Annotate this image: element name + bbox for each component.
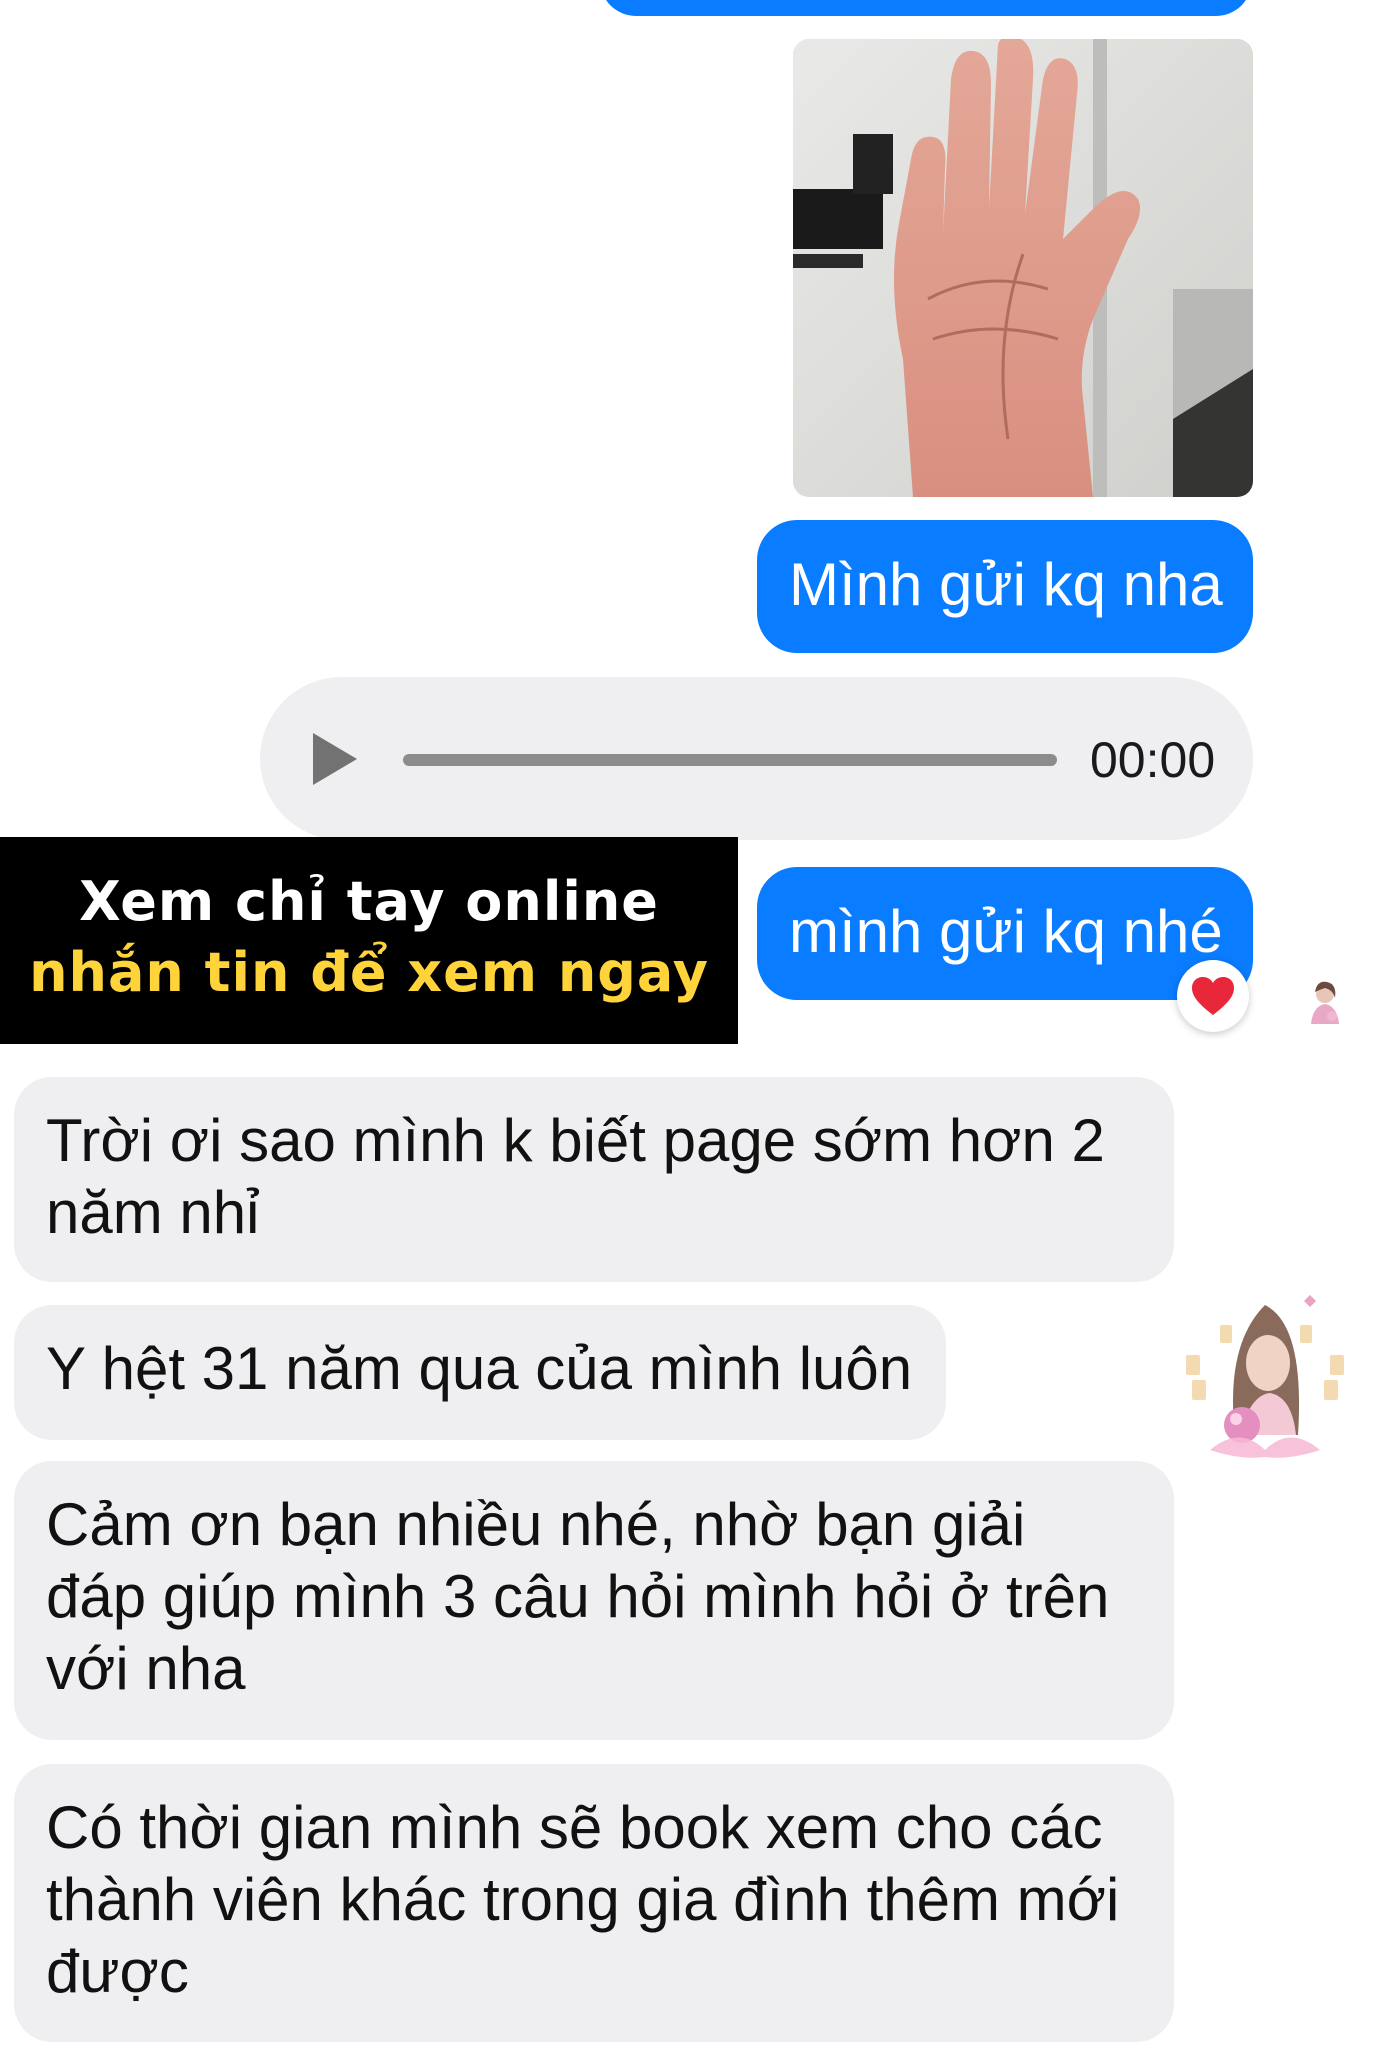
promo-title: Xem chỉ tay online	[79, 870, 659, 933]
incoming-message[interactable]: Cảm ơn bạn nhiều nhé, nhờ bạn giải đáp g…	[14, 1461, 1174, 1740]
play-icon[interactable]	[313, 733, 357, 785]
palm-photo-image	[793, 39, 1253, 497]
palm-photo-attachment[interactable]	[793, 39, 1253, 497]
incoming-message[interactable]: Trời ơi sao mình k biết page sớm hơn 2 n…	[14, 1077, 1174, 1282]
page-avatar[interactable]	[1180, 1285, 1350, 1475]
message-text: Có thời gian mình sẽ book xem cho các th…	[46, 1794, 1120, 2005]
previous-outgoing-bubble[interactable]	[600, 0, 1252, 16]
message-text: Trời ơi sao mình k biết page sớm hơn 2 n…	[46, 1107, 1105, 1246]
incoming-message[interactable]: Y hệt 31 năm qua của mình luôn	[14, 1305, 946, 1440]
audio-progress-bar[interactable]	[403, 754, 1057, 766]
message-reaction[interactable]	[1177, 960, 1249, 1032]
outgoing-message[interactable]: Mình gửi kq nha	[757, 520, 1253, 653]
outgoing-message[interactable]: mình gửi kq nhé	[757, 867, 1253, 1000]
promo-banner: Xem chỉ tay online nhắn tin để xem ngay	[0, 837, 738, 1044]
message-text: Y hệt 31 năm qua của mình luôn	[46, 1335, 913, 1402]
audio-duration: 00:00	[1090, 732, 1216, 788]
promo-subtitle: nhắn tin để xem ngay	[29, 941, 709, 1004]
message-text: mình gửi kq nhé	[789, 898, 1223, 965]
message-text: Mình gửi kq nha	[789, 551, 1223, 618]
seen-avatar	[1305, 978, 1345, 1026]
message-text: Cảm ơn bạn nhiều nhé, nhờ bạn giải đáp g…	[46, 1491, 1110, 1702]
heart-icon	[1192, 977, 1234, 1015]
incoming-message[interactable]: Có thời gian mình sẽ book xem cho các th…	[14, 1764, 1174, 2042]
